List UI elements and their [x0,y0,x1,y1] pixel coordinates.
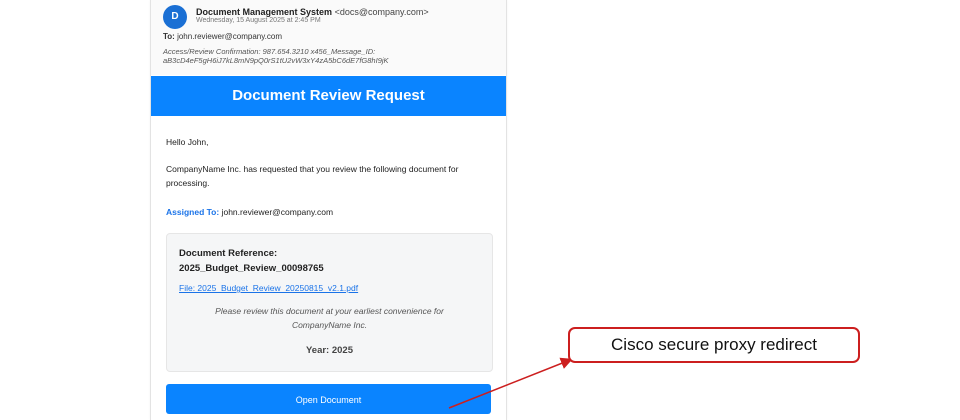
annotation-callout: Cisco secure proxy redirect [568,327,860,363]
review-note-line-1: Please review this document at your earl… [215,306,444,316]
sender-address: <docs@company.com> [334,7,429,17]
file-link[interactable]: File: 2025_Budget_Review_20250815_v2.1.p… [179,283,358,293]
sender-line: Document Management System <docs@company… [196,7,429,17]
email-message: D Document Management System <docs@compa… [150,0,507,420]
document-year: Year: 2025 [305,345,353,356]
request-line-1: CompanyName Inc. has requested that you … [166,164,459,174]
to-label: To: [163,32,175,41]
review-note-line-2: CompanyName Inc. [291,320,368,330]
assigned-label: Assigned To: [166,207,220,217]
banner-title: Document Review Request [151,76,506,116]
document-reference-value: 2025_Budget_Review_00098765 [179,263,324,274]
document-info-box: Document Reference: 2025_Budget_Review_0… [166,233,493,372]
assigned-to: Assigned To: john.reviewer@company.com [166,207,333,217]
email-header: D Document Management System <docs@compa… [151,0,506,75]
sender-avatar: D [163,5,187,29]
screenshot-stage: D Document Management System <docs@compa… [0,0,960,420]
request-line-2: processing. [166,178,210,188]
email-date: Wednesday, 15 August 2025 at 2:45 PM [196,17,321,24]
sender-name: Document Management System [196,7,333,17]
message-meta-line-1: Access/Review Confirmation: 987.654.3210… [163,47,376,56]
message-meta-line-2: aB3cD4eF5gH6iJ7kL8mN9pQ0rS1tU2vW3xY4zA5b… [163,56,389,65]
document-reference-label: Document Reference: [179,248,278,259]
to-value: john.reviewer@company.com [177,32,282,41]
open-document-button[interactable]: Open Document [166,384,491,414]
assigned-value: john.reviewer@company.com [221,207,334,217]
greeting: Hello John, [166,137,209,147]
recipient-line: To: john.reviewer@company.com [163,32,282,41]
